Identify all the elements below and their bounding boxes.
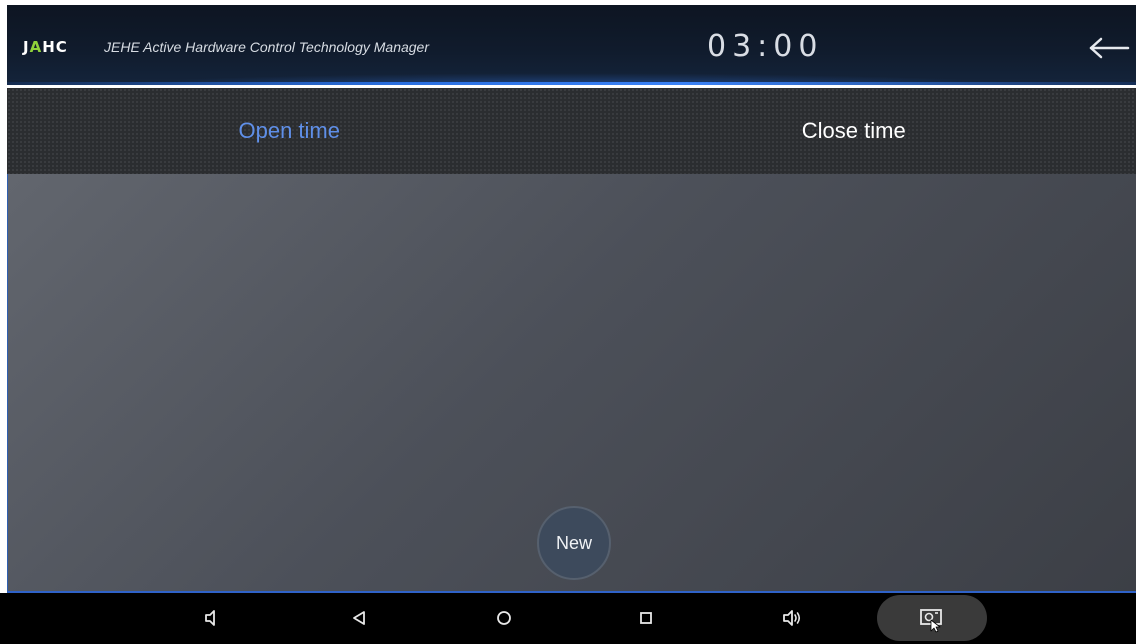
time-tabs: Open time Close time [7, 88, 1136, 174]
volume-up-icon [783, 610, 801, 626]
screenshot-button[interactable] [914, 601, 948, 635]
volume-up-button[interactable] [775, 601, 809, 635]
app-title: JEHE Active Hardware Control Technology … [104, 39, 430, 55]
nav-back-button[interactable] [342, 601, 376, 635]
schedule-list-area: New [7, 174, 1136, 593]
recents-square-icon [640, 612, 652, 624]
arrow-left-icon [1089, 37, 1130, 59]
back-button[interactable] [1087, 31, 1131, 65]
system-nav-bar [0, 593, 1136, 644]
brand-logo: JAHC [23, 38, 68, 56]
home-circle-icon [497, 611, 511, 625]
tab-open-time[interactable]: Open time [7, 88, 572, 174]
app-header: JAHC JEHE Active Hardware Control Techno… [7, 5, 1136, 85]
logo-text: JAHC [23, 38, 68, 56]
countdown-clock: 03:00 [707, 29, 824, 64]
back-triangle-icon [353, 611, 365, 625]
tab-close-time[interactable]: Close time [572, 88, 1136, 174]
screenshot-icon [920, 609, 942, 633]
header-glow [87, 73, 1056, 85]
nav-home-button[interactable] [487, 601, 521, 635]
new-button[interactable]: New [537, 506, 611, 580]
volume-down-icon [205, 610, 215, 626]
nav-recents-button[interactable] [629, 601, 663, 635]
app-window: JAHC JEHE Active Hardware Control Techno… [0, 0, 1136, 644]
volume-down-button[interactable] [195, 601, 229, 635]
